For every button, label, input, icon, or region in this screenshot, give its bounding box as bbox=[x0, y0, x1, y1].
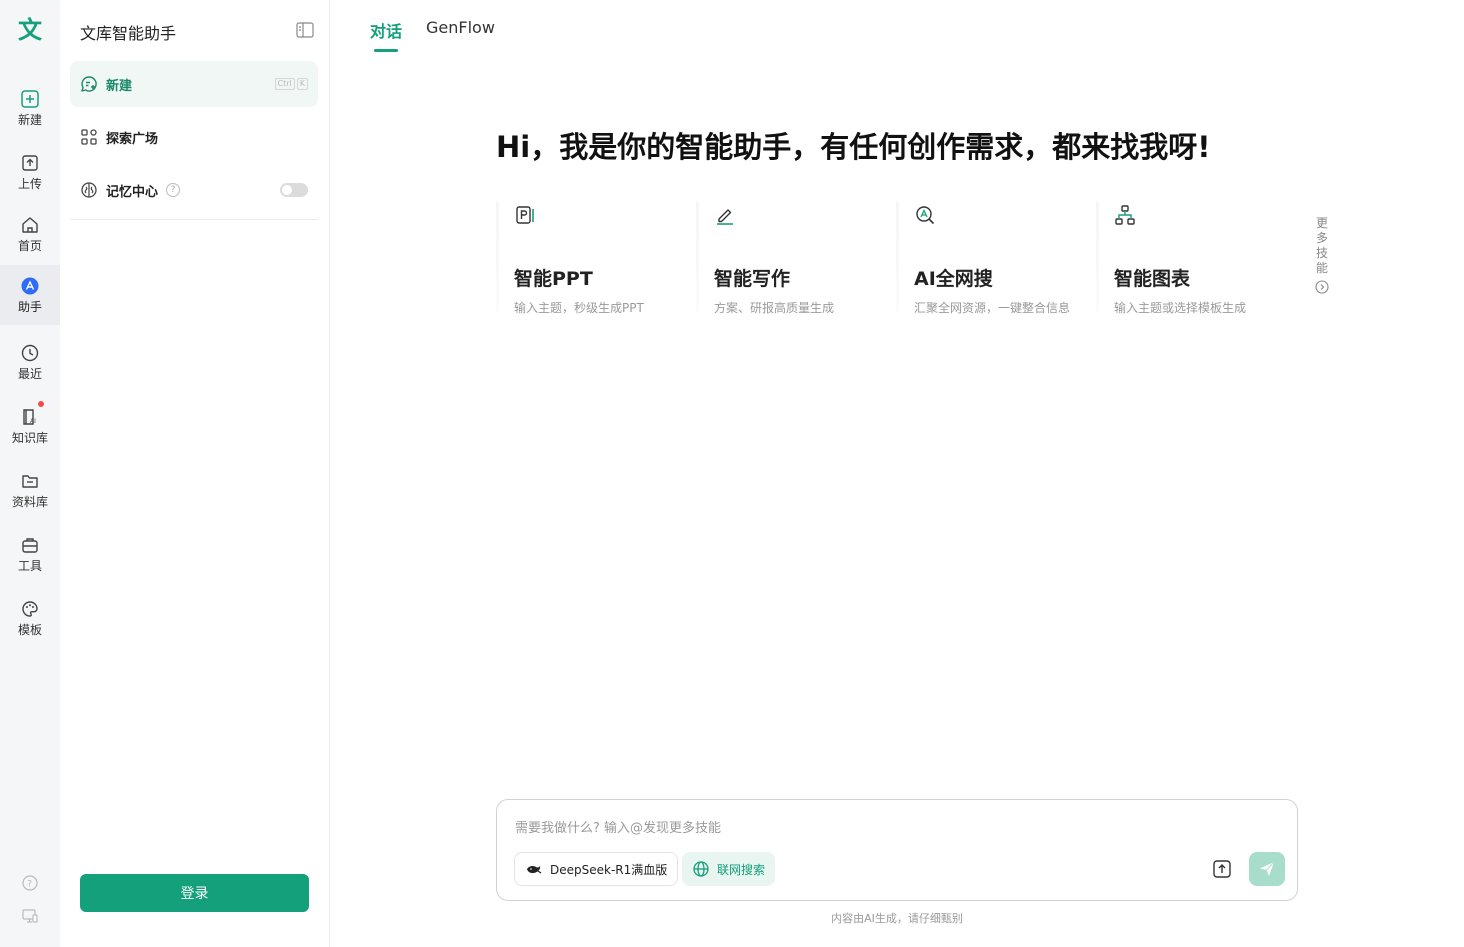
memory-toggle[interactable] bbox=[280, 183, 308, 197]
rail-item-home[interactable]: 首页 bbox=[0, 206, 60, 262]
panel-item-label: 记忆中心 bbox=[106, 184, 159, 200]
upload-file-icon[interactable] bbox=[1211, 858, 1233, 880]
rail-item-label: 资料库 bbox=[11, 495, 48, 509]
rail-item-label: 工具 bbox=[17, 559, 42, 573]
more-skills-button[interactable]: 更多技能 bbox=[1314, 216, 1330, 298]
rail-item-knowledge[interactable]: AI 知识库 bbox=[0, 398, 60, 454]
grid-icon bbox=[81, 129, 97, 145]
brain-icon bbox=[81, 182, 97, 198]
panel-item-label: 新建 bbox=[106, 78, 133, 94]
skill-card-title: 智能图表 bbox=[1114, 268, 1191, 290]
mode-tabs: 对话 GenFlow bbox=[370, 18, 495, 52]
home-icon bbox=[22, 217, 38, 233]
nav-rail: 文 新建 上传 首页 助手 最近 AI 知识库 资料库 工具 模板 ? bbox=[0, 0, 60, 947]
svg-text:?: ? bbox=[27, 880, 32, 890]
new-chat-icon bbox=[81, 76, 97, 92]
panel-item-new[interactable]: 新建 Ctrl K bbox=[70, 61, 318, 107]
shortcut-hint: Ctrl K bbox=[274, 78, 308, 90]
search-web-icon bbox=[916, 206, 935, 225]
skill-card-web-search[interactable]: AI全网搜 汇聚全网资源，一键整合信息 bbox=[896, 196, 1096, 318]
assistant-icon bbox=[21, 277, 39, 295]
help-icon[interactable]: ? bbox=[21, 874, 39, 892]
ppt-icon bbox=[516, 206, 534, 224]
send-button[interactable] bbox=[1249, 852, 1285, 886]
skill-card-subtitle: 输入主题，秒级生成PPT bbox=[514, 301, 644, 315]
skill-card-subtitle: 方案、研报高质量生成 bbox=[714, 301, 835, 315]
shortcut-key: Ctrl bbox=[274, 78, 295, 90]
collapse-sidebar-icon[interactable] bbox=[296, 22, 314, 38]
clock-icon bbox=[21, 344, 39, 362]
skill-cards: 智能PPT 输入主题，秒级生成PPT 智能写作 方案、研报高质量生成 AI全网搜… bbox=[496, 196, 1296, 318]
rail-item-label: 知识库 bbox=[11, 431, 48, 445]
upload-icon bbox=[22, 155, 38, 171]
flowchart-icon bbox=[1115, 205, 1135, 225]
tab-genflow[interactable]: GenFlow bbox=[426, 18, 495, 50]
chat-input[interactable] bbox=[515, 818, 1255, 838]
rail-item-templates[interactable]: 模板 bbox=[0, 590, 60, 646]
rail-item-new[interactable]: 新建 bbox=[0, 80, 60, 136]
assistant-panel: 文库智能助手 新建 Ctrl K 探索广场 记忆中心 ? 登录 bbox=[60, 0, 330, 947]
panel-title: 文库智能助手 bbox=[80, 24, 177, 43]
globe-icon bbox=[693, 861, 709, 877]
rail-item-label: 助手 bbox=[17, 300, 42, 314]
rail-item-label: 上传 bbox=[17, 177, 42, 191]
rail-item-label: 最近 bbox=[17, 367, 42, 381]
send-icon bbox=[1260, 861, 1275, 876]
skill-card-chart[interactable]: 智能图表 输入主题或选择模板生成 bbox=[1096, 196, 1296, 318]
plus-square-icon bbox=[21, 90, 39, 108]
help-icon[interactable]: ? bbox=[166, 183, 181, 197]
rail-item-label: 新建 bbox=[17, 113, 42, 127]
notification-dot bbox=[38, 401, 44, 407]
svg-text:AI: AI bbox=[30, 418, 36, 425]
chevron-right-circle-icon bbox=[1315, 280, 1329, 294]
panel-item-memory[interactable]: 记忆中心 ? bbox=[70, 167, 318, 213]
rail-item-upload[interactable]: 上传 bbox=[0, 144, 60, 200]
model-label: DeepSeek-R1满血版 bbox=[550, 862, 668, 877]
skill-card-title: 智能写作 bbox=[714, 268, 791, 290]
app-logo[interactable]: 文 bbox=[14, 14, 46, 46]
folder-icon bbox=[22, 475, 38, 488]
rail-item-tools[interactable]: 工具 bbox=[0, 526, 60, 582]
welcome-headline: Hi，我是你的智能助手，有任何创作需求，都来找我呀! bbox=[496, 130, 1211, 164]
skill-card-writing[interactable]: 智能写作 方案、研报高质量生成 bbox=[696, 196, 896, 318]
ai-disclaimer: 内容由AI生成，请仔细甄别 bbox=[831, 912, 963, 925]
tab-chat[interactable]: 对话 bbox=[370, 18, 402, 52]
rail-item-label: 模板 bbox=[17, 623, 42, 637]
toolbox-icon bbox=[22, 538, 38, 553]
skill-card-ppt[interactable]: 智能PPT 输入主题，秒级生成PPT bbox=[496, 196, 696, 318]
shortcut-key: K bbox=[296, 78, 308, 90]
whale-icon bbox=[527, 865, 542, 874]
web-search-toggle[interactable]: 联网搜索 bbox=[682, 852, 776, 886]
skill-card-subtitle: 汇聚全网资源，一键整合信息 bbox=[914, 301, 1071, 315]
panel-item-explore[interactable]: 探索广场 bbox=[70, 114, 318, 160]
model-selector[interactable]: DeepSeek-R1满血版 bbox=[514, 852, 679, 886]
skill-card-subtitle: 输入主题或选择模板生成 bbox=[1114, 301, 1247, 315]
divider bbox=[70, 219, 318, 220]
chat-input-box: DeepSeek-R1满血版 联网搜索 bbox=[496, 799, 1298, 901]
skill-card-title: 智能PPT bbox=[514, 268, 593, 290]
panel-item-label: 探索广场 bbox=[106, 131, 159, 147]
web-search-label: 联网搜索 bbox=[717, 862, 766, 877]
palette-icon bbox=[22, 601, 38, 617]
pen-icon bbox=[717, 209, 733, 225]
rail-item-recent[interactable]: 最近 bbox=[0, 334, 60, 390]
rail-item-label: 首页 bbox=[17, 239, 42, 253]
skill-card-title: AI全网搜 bbox=[914, 268, 993, 290]
knowledge-icon: AI bbox=[23, 409, 36, 425]
login-button[interactable]: 登录 bbox=[80, 874, 309, 912]
device-icon[interactable] bbox=[21, 907, 39, 925]
rail-item-materials[interactable]: 资料库 bbox=[0, 462, 60, 518]
rail-item-assistant[interactable]: 助手 bbox=[0, 265, 60, 325]
more-skills-label: 更多技能 bbox=[1315, 216, 1328, 275]
